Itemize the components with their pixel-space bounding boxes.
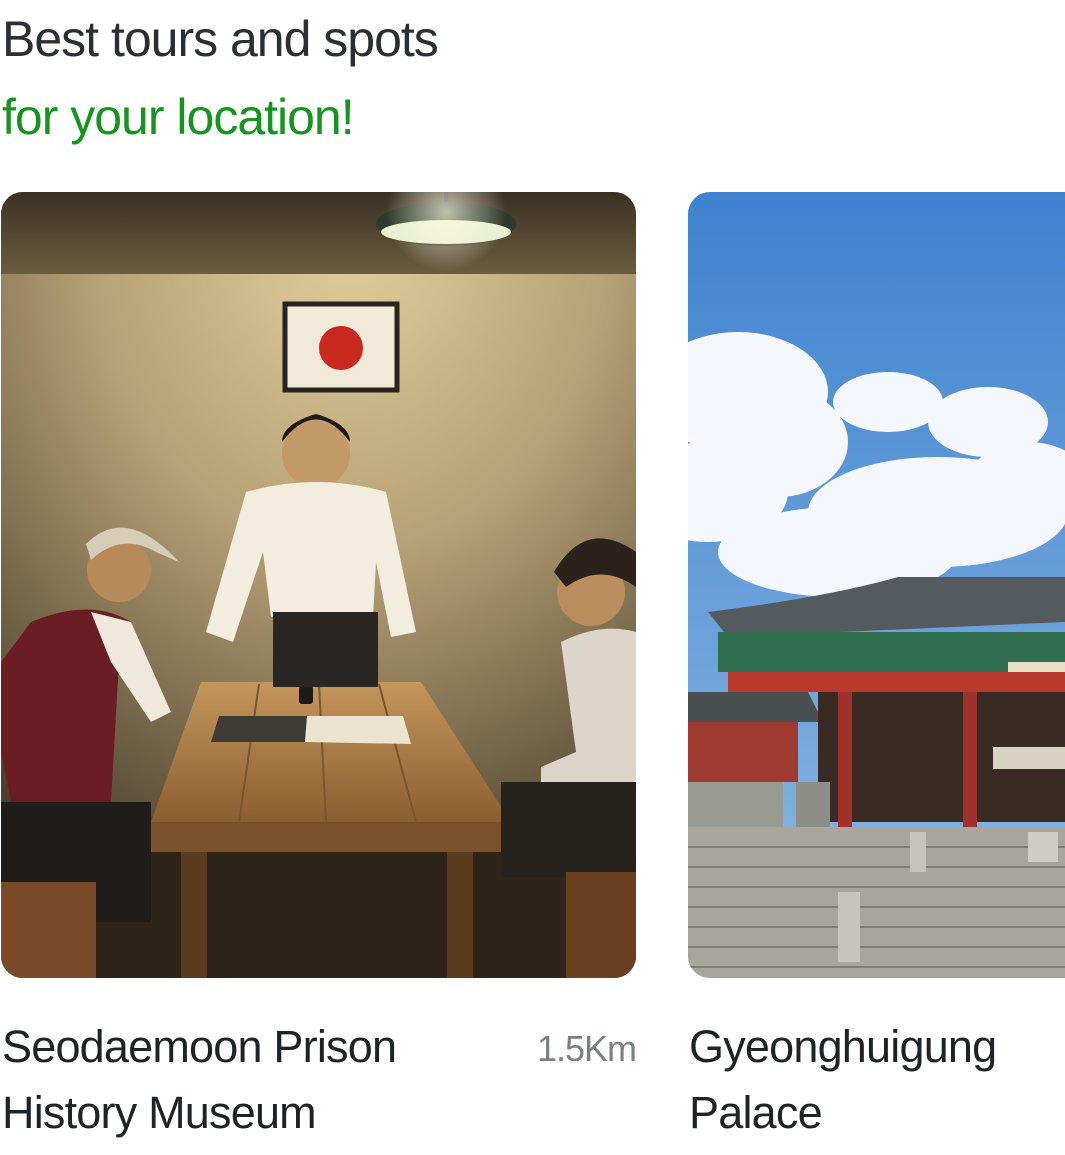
palace-gate-photo[interactable] xyxy=(688,192,1065,978)
spot-title[interactable]: Seodaemoon Prison History Museum xyxy=(2,1014,397,1146)
distance-label: 1.5Km xyxy=(536,1028,637,1069)
heading-line-1: Best tours and spots xyxy=(2,11,439,67)
spot-card-seodaemoon[interactable]: Seodaemoon Prison History Museum 1.5Km xyxy=(1,192,637,1138)
spot-title[interactable]: Gyeonghuigung Palace xyxy=(689,1014,997,1146)
heading-line-2-accent: for your location! xyxy=(2,89,355,145)
spot-card-gyeonghuigung[interactable]: Gyeonghuigung Palace xyxy=(688,192,1065,1138)
section-heading: Best tours and spots for your location! xyxy=(2,8,439,148)
museum-interrogation-room-photo[interactable] xyxy=(1,192,636,978)
